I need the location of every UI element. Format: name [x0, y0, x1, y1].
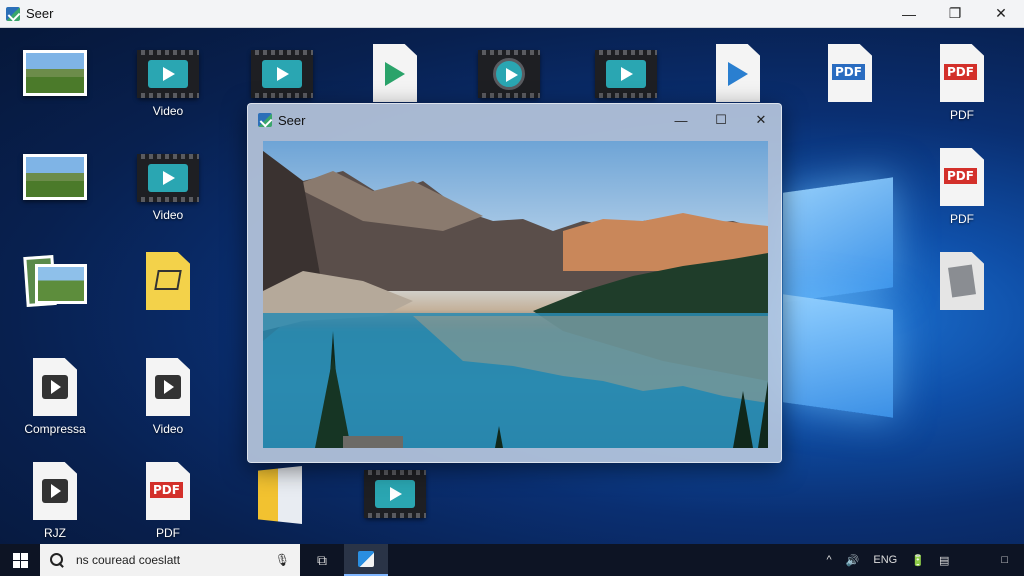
video-file-icon [478, 50, 540, 98]
start-button[interactable] [0, 544, 40, 576]
video-file-icon [137, 154, 199, 202]
taskbar-search-box[interactable]: ns couread coeslatt 🎙 [40, 544, 300, 576]
minimize-button[interactable]: — [886, 0, 932, 27]
desktop-icon-media[interactable] [698, 44, 778, 108]
icon-label: Video [152, 208, 184, 222]
viewer-close-button[interactable]: ✕ [741, 104, 781, 136]
media-file-icon [373, 44, 417, 102]
search-input[interactable]: ns couread coeslatt [76, 553, 275, 567]
viewer-window-controls: — ☐ ✕ [661, 104, 781, 136]
close-button[interactable]: ✕ [978, 0, 1024, 27]
desktop-icon-compressed[interactable]: Compressa [15, 358, 95, 436]
desktop-icon-media[interactable] [355, 44, 435, 108]
desktop-icon-pdf[interactable]: PDF PDF [922, 148, 1002, 226]
task-view-button[interactable]: ⧉ [300, 544, 344, 576]
taskbar-app-seer[interactable] [344, 544, 388, 576]
pdf-file-icon: PDF [828, 44, 872, 102]
microphone-icon[interactable]: 🎙 [275, 553, 290, 567]
maximize-button[interactable]: ❐ [932, 0, 978, 27]
icon-label: Video [152, 104, 184, 118]
pdf-file-icon: PDF [940, 148, 984, 206]
compressed-file-icon [33, 358, 77, 416]
viewer-maximize-button[interactable]: ☐ [701, 104, 741, 136]
folder-icon [258, 466, 302, 524]
notification-icon[interactable]: □ [1001, 554, 1008, 566]
generic-file-icon [940, 252, 984, 310]
seer-logo-icon [258, 113, 272, 127]
video-file-icon [137, 50, 199, 98]
desktop-icon-video[interactable] [469, 50, 549, 104]
desktop-icon-document[interactable] [922, 252, 1002, 316]
volume-icon[interactable]: 🔊 [846, 554, 860, 567]
desktop-icon-video[interactable] [242, 50, 322, 104]
windows-start-icon [12, 552, 28, 568]
windows-logo-pane [783, 294, 893, 418]
icon-label: PDF [156, 526, 180, 540]
tray-chevron-icon[interactable]: ^ [827, 554, 832, 566]
desktop-icon-pdf[interactable]: PDF PDF [922, 44, 1002, 122]
desktop-icon-video[interactable]: Video [128, 50, 208, 118]
app-title: Seer [26, 6, 54, 21]
language-indicator[interactable]: ENG [873, 554, 897, 566]
desktop-icon-video[interactable]: Video [128, 358, 208, 436]
viewer-titlebar[interactable]: Seer — ☐ ✕ [248, 104, 781, 136]
desktop-icon-image[interactable] [15, 50, 95, 102]
image-file-icon [23, 154, 87, 200]
icon-label: Video [152, 422, 184, 436]
preview-image [263, 141, 768, 448]
window-controls: — ❐ ✕ [886, 0, 1024, 27]
desktop-icon-video[interactable]: Video [128, 154, 208, 222]
sign-document-icon [146, 252, 190, 310]
windows-logo-wallpaper [783, 160, 898, 418]
system-tray: ^ 🔊 ENG 🔋 ▤ □ [827, 554, 1024, 567]
image-file-icon [23, 50, 87, 96]
seer-app-icon [358, 551, 374, 567]
media-file-icon [716, 44, 760, 102]
icon-label: Compressa [24, 422, 86, 436]
icon-label: PDF [950, 108, 974, 122]
video-file-icon [146, 358, 190, 416]
taskbar: ns couread coeslatt 🎙 ⧉ ^ 🔊 ENG 🔋 ▤ □ [0, 544, 1024, 576]
seer-logo-icon [6, 6, 20, 21]
desktop-icon-images[interactable] [15, 255, 95, 314]
image-stack-icon [23, 255, 87, 308]
generic-file-icon [33, 462, 77, 520]
desktop-icon-file[interactable]: RJZ [15, 462, 95, 540]
viewer-minimize-button[interactable]: — [661, 104, 701, 136]
desktop-icon-video[interactable] [355, 470, 435, 524]
app-titlebar: Seer — ❐ ✕ [0, 0, 1024, 28]
battery-icon[interactable]: 🔋 [911, 554, 925, 567]
video-file-icon [595, 50, 657, 98]
video-file-icon [364, 470, 426, 518]
desktop-icon-video[interactable] [586, 50, 666, 104]
desktop-icon-pdf[interactable]: PDF PDF [128, 462, 208, 540]
icon-label: PDF [950, 212, 974, 226]
desktop-icon-image[interactable] [15, 154, 95, 206]
desktop-icon-document[interactable] [128, 252, 208, 316]
viewer-title: Seer [278, 112, 306, 128]
icon-label: RJZ [44, 526, 66, 540]
windows-logo-pane [783, 177, 893, 303]
keyboard-icon[interactable]: ▤ [939, 554, 949, 567]
pdf-file-icon: PDF [940, 44, 984, 102]
search-icon [50, 553, 64, 567]
desktop-icon-folder[interactable] [240, 466, 320, 530]
video-file-icon [251, 50, 313, 98]
image-viewer-window[interactable]: Seer — ☐ ✕ [247, 103, 782, 463]
desktop-icon-pdf[interactable]: PDF [810, 44, 890, 108]
pdf-file-icon: PDF [146, 462, 190, 520]
